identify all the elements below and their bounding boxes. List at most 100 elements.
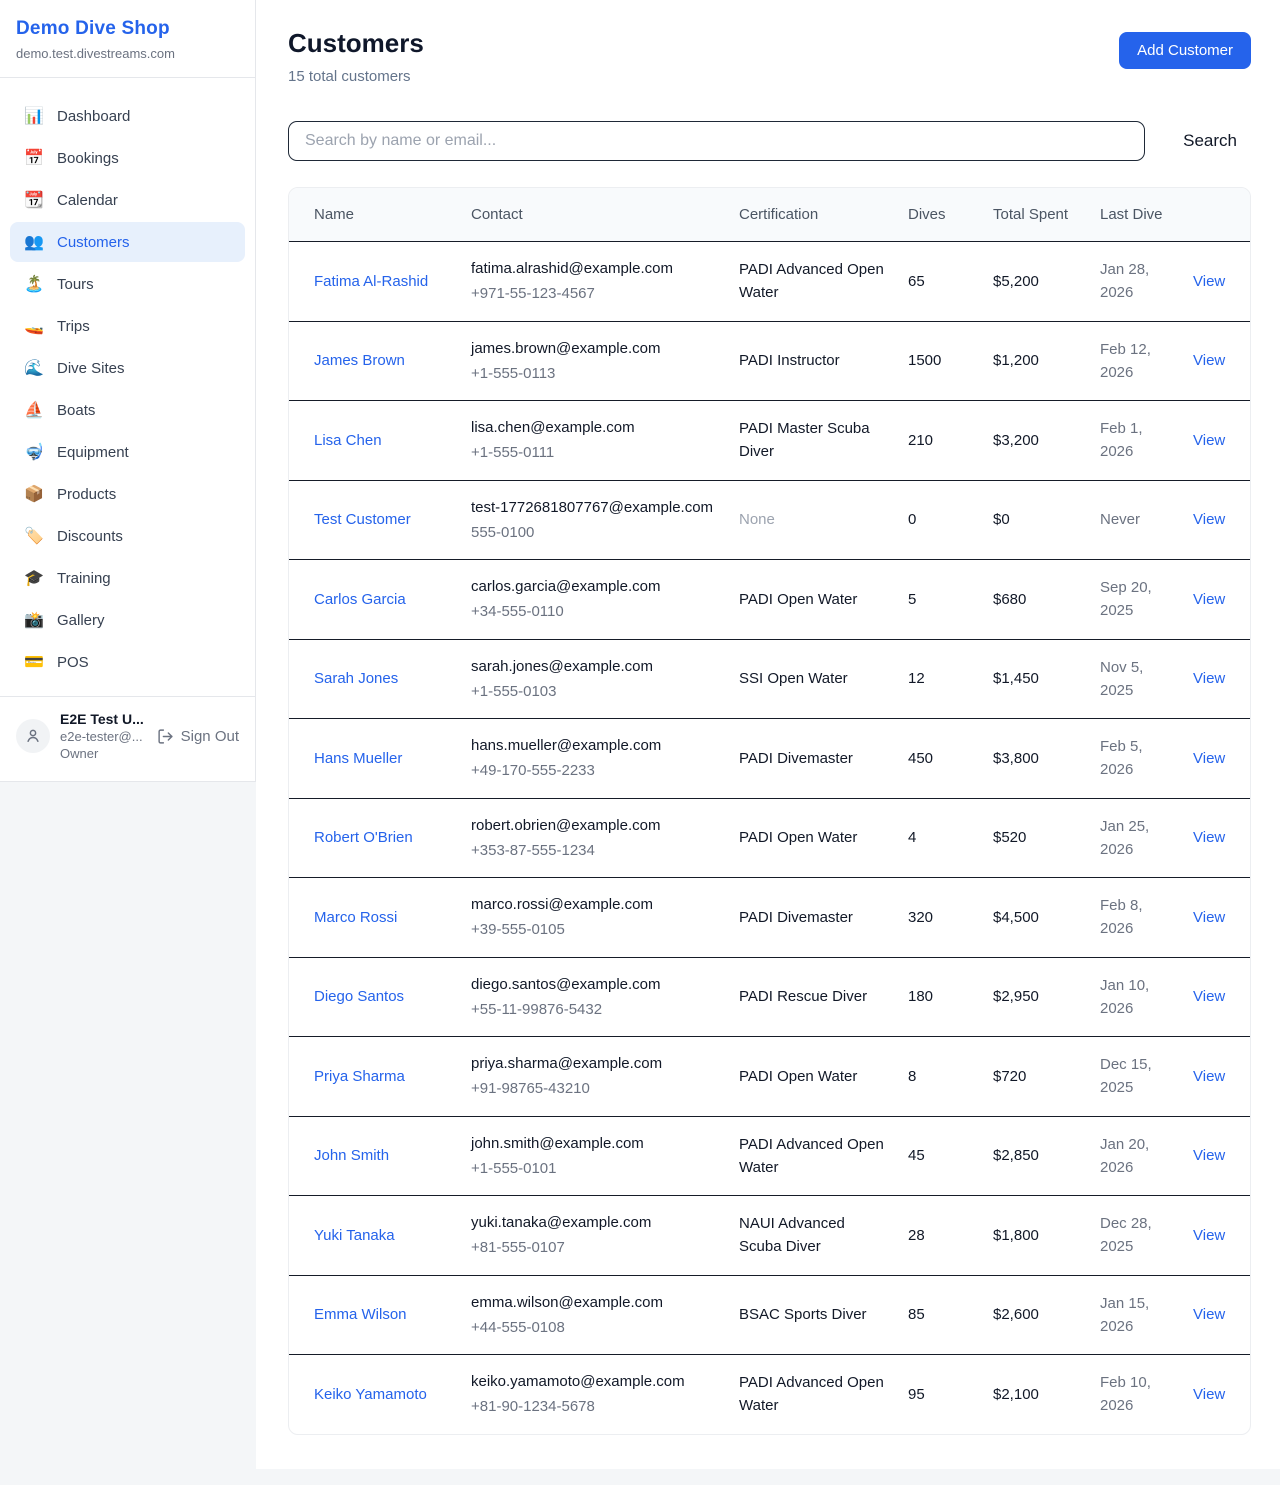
diving-mask-icon: 🤿 [24, 442, 44, 462]
customer-email: diego.santos@example.com [471, 973, 715, 996]
total-spent-cell: $1,800 [981, 1196, 1088, 1276]
customer-email: james.brown@example.com [471, 337, 715, 360]
view-link[interactable]: View [1193, 352, 1225, 369]
view-link[interactable]: View [1193, 273, 1225, 290]
total-spent-cell: $520 [981, 798, 1088, 878]
customer-phone: +1-555-0111 [471, 441, 715, 464]
customer-phone: +34-555-0110 [471, 600, 715, 623]
view-link[interactable]: View [1193, 511, 1225, 528]
view-link[interactable]: View [1193, 591, 1225, 608]
add-customer-button[interactable]: Add Customer [1119, 32, 1251, 69]
total-spent-cell: $680 [981, 560, 1088, 640]
customer-name-link[interactable]: James Brown [314, 349, 405, 372]
view-link[interactable]: View [1193, 1147, 1225, 1164]
search-input[interactable] [288, 121, 1145, 161]
view-link[interactable]: View [1193, 829, 1225, 846]
dives-cell: 85 [896, 1275, 981, 1355]
customer-name-link[interactable]: Yuki Tanaka [314, 1224, 395, 1247]
last-dive-cell: Never [1088, 480, 1181, 560]
table-row: Priya Sharma priya.sharma@example.com +9… [289, 1037, 1250, 1117]
graduation-cap-icon: 🎓 [24, 568, 44, 588]
contact-cell: priya.sharma@example.com +91-98765-43210 [459, 1037, 727, 1117]
sidebar-item-dashboard[interactable]: 📊 Dashboard [10, 96, 245, 136]
sidebar-item-boats[interactable]: ⛵ Boats [10, 390, 245, 430]
view-link[interactable]: View [1193, 1227, 1225, 1244]
customer-name-link[interactable]: Robert O'Brien [314, 826, 413, 849]
sidebar-item-label: Customers [57, 234, 130, 251]
certification-cell: PADI Advanced Open Water [727, 242, 896, 322]
customer-name-link[interactable]: Keiko Yamamoto [314, 1383, 427, 1406]
total-spent-cell: $1,450 [981, 639, 1088, 719]
customer-name-link[interactable]: John Smith [314, 1144, 389, 1167]
customer-name-link[interactable]: Fatima Al-Rashid [314, 270, 428, 293]
customer-phone: +55-11-99876-5432 [471, 998, 715, 1021]
sidebar-item-products[interactable]: 📦 Products [10, 474, 245, 514]
contact-cell: fatima.alrashid@example.com +971-55-123-… [459, 242, 727, 322]
table-row: Carlos Garcia carlos.garcia@example.com … [289, 560, 1250, 640]
customer-phone: +44-555-0108 [471, 1316, 715, 1339]
user-meta: E2E Test U... e2e-tester@... Owner [60, 711, 147, 761]
sidebar-item-label: Dive Sites [57, 360, 125, 377]
sidebar-item-label: Products [57, 486, 116, 503]
sidebar-item-label: Dashboard [57, 108, 130, 125]
sidebar-item-trips[interactable]: 🚤 Trips [10, 306, 245, 346]
column-header-name: Name [289, 188, 459, 242]
customer-name-link[interactable]: Emma Wilson [314, 1303, 407, 1326]
sidebar-item-equipment[interactable]: 🤿 Equipment [10, 432, 245, 472]
credit-card-icon: 💳 [24, 652, 44, 672]
sidebar-item-customers[interactable]: 👥 Customers [10, 222, 245, 262]
customer-email: hans.mueller@example.com [471, 734, 715, 757]
sidebar-item-pos[interactable]: 💳 POS [10, 642, 245, 682]
sidebar-item-gallery[interactable]: 📸 Gallery [10, 600, 245, 640]
customers-table-card: NameContactCertificationDivesTotal Spent… [288, 187, 1251, 1435]
user-email: e2e-tester@... [60, 729, 147, 744]
last-dive-cell: Feb 8, 2026 [1088, 878, 1181, 958]
customer-name-link[interactable]: Lisa Chen [314, 429, 382, 452]
view-link[interactable]: View [1193, 750, 1225, 767]
customer-email: sarah.jones@example.com [471, 655, 715, 678]
customer-name-link[interactable]: Sarah Jones [314, 667, 398, 690]
customer-name-link[interactable]: Test Customer [314, 508, 411, 531]
contact-cell: marco.rossi@example.com +39-555-0105 [459, 878, 727, 958]
sidebar-item-discounts[interactable]: 🏷️ Discounts [10, 516, 245, 556]
last-dive-cell: Dec 28, 2025 [1088, 1196, 1181, 1276]
person-icon [24, 727, 42, 745]
customer-name-link[interactable]: Marco Rossi [314, 906, 397, 929]
sidebar-item-bookings[interactable]: 📅 Bookings [10, 138, 245, 178]
dives-cell: 1500 [896, 321, 981, 401]
view-link[interactable]: View [1193, 1068, 1225, 1085]
main-content: Customers 15 total customers Add Custome… [256, 0, 1280, 1469]
view-link[interactable]: View [1193, 670, 1225, 687]
speedboat-icon: 🚤 [24, 316, 44, 336]
view-link[interactable]: View [1193, 909, 1225, 926]
bar-chart-icon: 📊 [24, 106, 44, 126]
customer-name-link[interactable]: Diego Santos [314, 985, 404, 1008]
table-row: John Smith john.smith@example.com +1-555… [289, 1116, 1250, 1196]
view-link[interactable]: View [1193, 432, 1225, 449]
customer-email: yuki.tanaka@example.com [471, 1211, 715, 1234]
dives-cell: 95 [896, 1355, 981, 1434]
sidebar-item-calendar[interactable]: 📆 Calendar [10, 180, 245, 220]
sidebar-item-tours[interactable]: 🏝️ Tours [10, 264, 245, 304]
sign-out-button[interactable]: Sign Out [157, 728, 239, 745]
customer-phone: +39-555-0105 [471, 918, 715, 941]
table-row: Emma Wilson emma.wilson@example.com +44-… [289, 1275, 1250, 1355]
customer-name-link[interactable]: Priya Sharma [314, 1065, 405, 1088]
view-link[interactable]: View [1193, 1306, 1225, 1323]
total-spent-cell: $3,800 [981, 719, 1088, 799]
dives-cell: 45 [896, 1116, 981, 1196]
view-link[interactable]: View [1193, 988, 1225, 1005]
total-spent-cell: $2,600 [981, 1275, 1088, 1355]
column-header-dives: Dives [896, 188, 981, 242]
customer-name-link[interactable]: Hans Mueller [314, 747, 402, 770]
sidebar-item-label: Calendar [57, 192, 118, 209]
customer-phone: +353-87-555-1234 [471, 839, 715, 862]
customer-phone: +1-555-0103 [471, 680, 715, 703]
camera-icon: 📸 [24, 610, 44, 630]
customer-name-link[interactable]: Carlos Garcia [314, 588, 406, 611]
page-header: Customers 15 total customers Add Custome… [288, 28, 1251, 85]
sidebar-item-dive-sites[interactable]: 🌊 Dive Sites [10, 348, 245, 388]
sidebar-item-training[interactable]: 🎓 Training [10, 558, 245, 598]
search-button[interactable]: Search [1169, 125, 1251, 157]
view-link[interactable]: View [1193, 1386, 1225, 1403]
